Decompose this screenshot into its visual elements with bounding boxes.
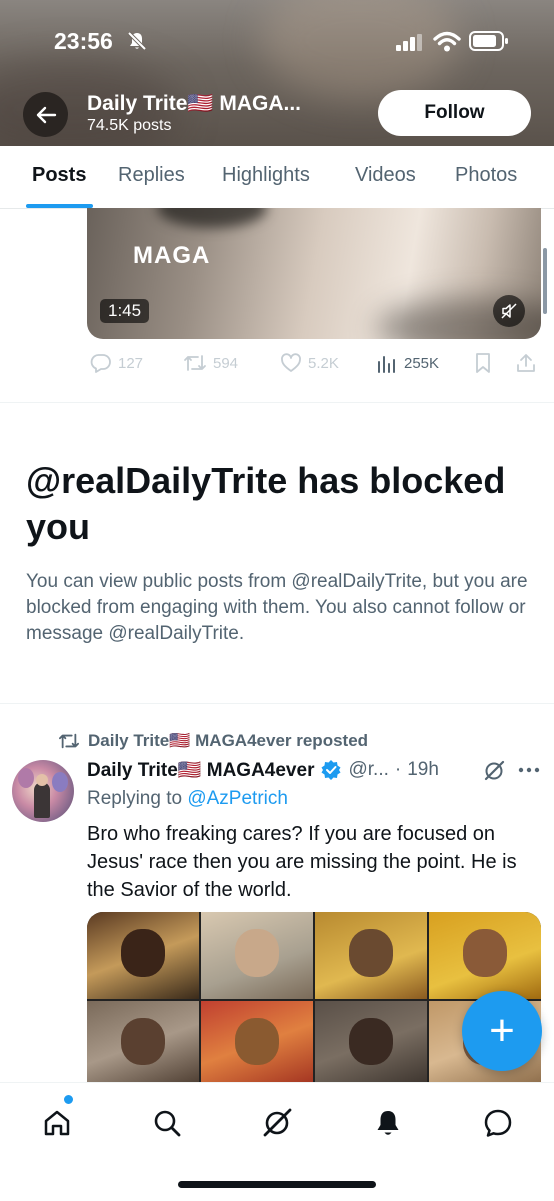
back-arrow-icon [36, 106, 56, 123]
notifications-icon [377, 1111, 399, 1135]
back-button[interactable] [23, 92, 68, 137]
views-count: 255K [404, 354, 440, 372]
views-action[interactable]: 255K [376, 352, 439, 374]
divider [0, 703, 554, 704]
image-face [348, 929, 394, 977]
home-unread-dot [62, 1093, 75, 1106]
tab-videos[interactable]: Videos [355, 164, 416, 187]
like-count: 5.2K [308, 354, 339, 372]
repost-action[interactable]: 594 [183, 352, 238, 374]
compose-post-button[interactable]: + [462, 991, 542, 1071]
image-tile [315, 912, 427, 999]
post-text: Bro who freaking cares? If you are focus… [87, 823, 517, 901]
video-duration: 1:45 [100, 299, 150, 323]
account-name: Daily Trite🇺🇸 MAGA... [87, 92, 302, 115]
blocked-title: @realDailyTrite has blocked you [26, 460, 506, 547]
post-header: Daily Trite🇺🇸 MAGA4ever @r... · 19h [87, 758, 439, 782]
bookmark-icon [476, 353, 490, 373]
nav-grok[interactable] [255, 1101, 299, 1145]
author-name[interactable]: Daily Trite🇺🇸 MAGA4ever [87, 758, 314, 782]
home-indicator[interactable] [178, 1181, 376, 1188]
image-tile [201, 1000, 313, 1087]
messages-icon [484, 1109, 512, 1137]
image-face [348, 1017, 394, 1066]
replying-to: Replying to @AzPetrich [87, 788, 288, 810]
bookmark-action[interactable] [473, 352, 493, 374]
nav-notifications[interactable] [366, 1101, 410, 1145]
post-time[interactable]: 19h [407, 759, 439, 781]
tab-highlights[interactable]: Highlights [222, 164, 310, 187]
silent-mode-icon [127, 31, 147, 51]
wifi-icon [433, 31, 461, 52]
blocked-description: You can view public posts from @realDail… [26, 571, 528, 644]
reply-action[interactable]: 127 [90, 352, 143, 374]
more-options-icon[interactable] [517, 766, 541, 774]
avatar-balloon [18, 768, 34, 788]
author-handle[interactable]: @r... [348, 759, 388, 781]
video-frame-shadow [157, 208, 267, 228]
grok-icon[interactable] [482, 759, 506, 783]
image-tile [87, 912, 199, 999]
nav-messages[interactable] [476, 1101, 520, 1145]
repost-icon [184, 355, 206, 371]
avatar-figure [34, 782, 50, 818]
search-icon [154, 1110, 181, 1137]
grok-icon [263, 1108, 292, 1137]
image-tile [87, 1000, 199, 1087]
views-chart-icon [378, 356, 395, 373]
repost-count: 594 [213, 354, 239, 372]
reply-icon [90, 354, 111, 373]
share-action[interactable] [515, 352, 537, 374]
reply-count: 127 [118, 354, 144, 372]
image-face [120, 1017, 166, 1066]
speaker-muted-icon [501, 303, 517, 319]
image-face [120, 929, 166, 977]
tab-posts[interactable]: Posts [32, 164, 86, 187]
avatar-balloon [52, 772, 68, 792]
image-tile [429, 912, 541, 999]
meta-separator: · [394, 759, 402, 780]
image-face [234, 1017, 280, 1066]
mute-button[interactable] [493, 295, 525, 327]
verified-badge-icon [321, 760, 341, 780]
avatar[interactable] [12, 760, 74, 822]
tab-photos[interactable]: Photos [455, 164, 517, 187]
video-player[interactable]: MAGA 1:45 [87, 208, 541, 339]
image-face [234, 929, 280, 977]
cellular-signal-icon [396, 34, 422, 51]
repost-indicator[interactable]: Daily Trite🇺🇸 MAGA4ever reposted [58, 731, 368, 751]
like-action[interactable]: 5.2K [280, 352, 339, 374]
reposted-by-text: Daily Trite🇺🇸 MAGA4ever reposted [88, 731, 369, 750]
nav-home[interactable] [35, 1101, 79, 1145]
post-image[interactable] [87, 912, 541, 1087]
header-banner-blur [260, 0, 460, 100]
tab-replies[interactable]: Replies [118, 164, 185, 187]
home-icon [44, 1110, 70, 1136]
profile-tabs: Posts Replies Highlights Videos Photos [0, 146, 554, 209]
follow-button[interactable]: Follow [378, 90, 531, 136]
active-tab-indicator [26, 204, 93, 208]
post-count: 74.5K posts [87, 117, 172, 134]
scrollbar[interactable] [543, 248, 547, 314]
image-tile [201, 912, 313, 999]
nav-search[interactable] [145, 1101, 189, 1145]
replying-prefix: Replying to [87, 788, 188, 809]
image-tile [315, 1000, 427, 1087]
avatar-face [36, 774, 48, 786]
heart-icon [281, 353, 301, 372]
status-time: 23:56 [54, 28, 113, 54]
divider [0, 402, 554, 403]
share-icon [517, 354, 535, 372]
video-overlay-text: MAGA [133, 242, 211, 269]
image-face [462, 929, 508, 977]
reply-mention-link[interactable]: @AzPetrich [187, 788, 288, 809]
repost-icon [59, 733, 79, 749]
battery-icon [469, 31, 508, 51]
